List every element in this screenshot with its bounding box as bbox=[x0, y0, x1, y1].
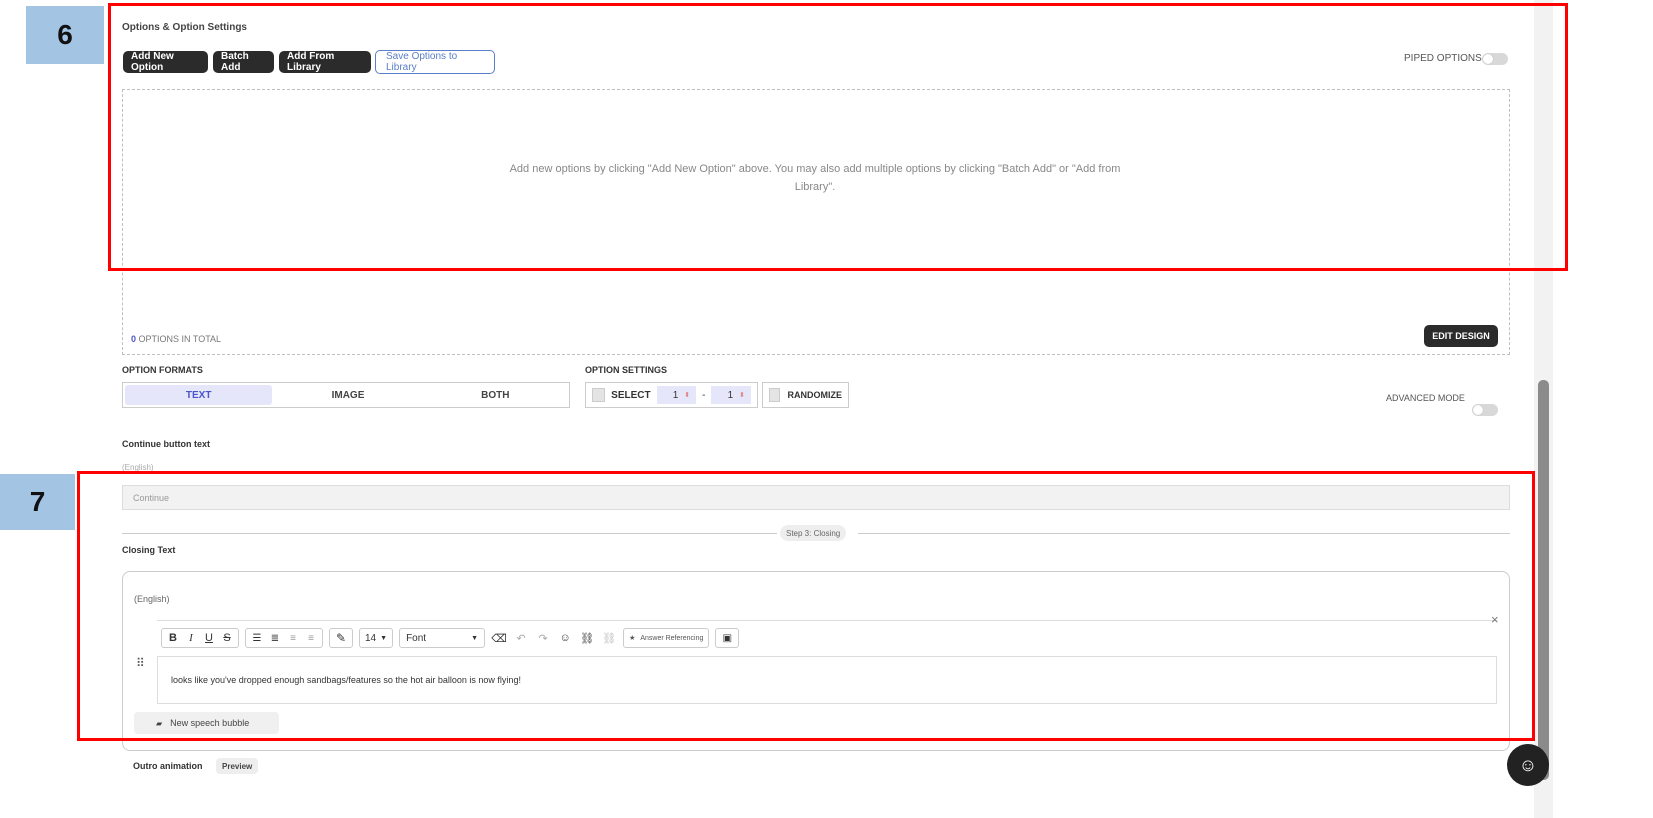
outro-animation-label: Outro animation bbox=[133, 761, 203, 771]
edit-design-button[interactable]: EDIT DESIGN bbox=[1424, 325, 1498, 347]
marker-6-label: 6 bbox=[57, 19, 73, 50]
select-checkbox[interactable] bbox=[592, 388, 606, 402]
format-both-tab[interactable]: BOTH bbox=[422, 383, 569, 407]
select-label: SELECT bbox=[611, 389, 651, 401]
stepper-arrows-icon[interactable]: ⬍ bbox=[739, 391, 745, 399]
format-text-tab[interactable]: TEXT bbox=[125, 385, 273, 405]
options-total: 0 OPTIONS IN TOTAL bbox=[131, 334, 221, 344]
randomize-label: RANDOMIZE bbox=[787, 390, 843, 400]
option-formats-segmented: TEXT IMAGE BOTH bbox=[122, 382, 570, 408]
randomize-group: RANDOMIZE bbox=[762, 382, 849, 408]
marker-7: 7 bbox=[0, 474, 75, 530]
highlight-box-6 bbox=[108, 3, 1568, 271]
select-min-stepper[interactable]: 1 ⬍ bbox=[656, 386, 697, 404]
advanced-mode-toggle[interactable] bbox=[1472, 404, 1498, 416]
marker-6: 6 bbox=[26, 6, 104, 64]
advanced-mode-label: ADVANCED MODE bbox=[1386, 393, 1465, 403]
scrollbar-thumb[interactable] bbox=[1538, 380, 1549, 780]
select-range-group: SELECT 1 ⬍ - 1 ⬍ bbox=[585, 382, 758, 408]
select-max-stepper[interactable]: 1 ⬍ bbox=[711, 386, 751, 404]
range-separator: - bbox=[702, 389, 706, 401]
option-settings-label: OPTION SETTINGS bbox=[585, 365, 668, 375]
preview-button[interactable]: Preview bbox=[216, 758, 259, 774]
select-max-value: 1 bbox=[727, 389, 734, 401]
chat-assistant-icon[interactable]: ☺ bbox=[1507, 744, 1549, 786]
options-total-label: OPTIONS IN TOTAL bbox=[138, 334, 222, 344]
stepper-arrows-icon[interactable]: ⬍ bbox=[684, 391, 690, 399]
option-formats-label: OPTION FORMATS bbox=[122, 365, 203, 375]
format-image-tab[interactable]: IMAGE bbox=[274, 383, 421, 407]
select-min-value: 1 bbox=[672, 389, 679, 401]
randomize-checkbox[interactable] bbox=[769, 388, 780, 402]
options-count: 0 bbox=[131, 334, 137, 344]
continue-button-text-label: Continue button text bbox=[122, 439, 210, 449]
highlight-box-7 bbox=[77, 471, 1535, 741]
marker-7-label: 7 bbox=[29, 486, 46, 517]
